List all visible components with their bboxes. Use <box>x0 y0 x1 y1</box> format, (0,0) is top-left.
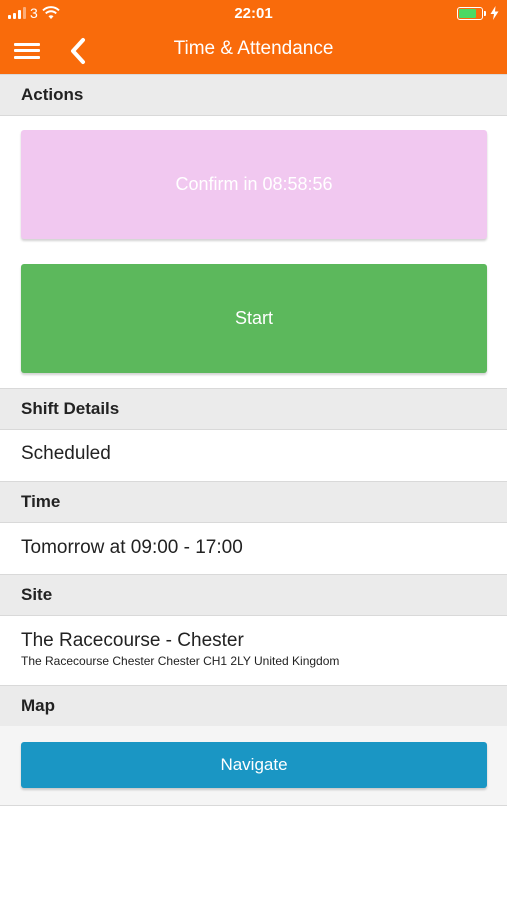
navigate-button[interactable]: Navigate <box>21 742 487 788</box>
nav-bar: Time & Attendance <box>0 28 507 74</box>
section-header-map: Map <box>0 685 507 727</box>
site-name: The Racecourse - Chester <box>21 630 244 651</box>
status-bar: 3 22:01 <box>0 0 507 28</box>
battery-tip <box>484 10 486 16</box>
battery-level <box>459 8 476 18</box>
section-header-site: Site <box>0 574 507 616</box>
section-header-time: Time <box>0 481 507 523</box>
shift-time: Tomorrow at 09:00 - 17:00 <box>21 537 243 558</box>
battery-icon <box>457 6 483 20</box>
charging-bolt-icon <box>490 6 499 20</box>
confirm-button[interactable]: Confirm in 08:58:56 <box>21 130 487 239</box>
section-header-actions: Actions <box>0 74 507 116</box>
shift-status: Scheduled <box>21 443 111 464</box>
status-bar-right <box>457 6 499 20</box>
start-button[interactable]: Start <box>21 264 487 373</box>
status-bar-time: 22:01 <box>234 5 273 22</box>
site-address: The Racecourse Chester Chester CH1 2LY U… <box>21 654 340 668</box>
page-title: Time & Attendance <box>173 38 334 59</box>
section-header-shift-details: Shift Details <box>0 388 507 430</box>
